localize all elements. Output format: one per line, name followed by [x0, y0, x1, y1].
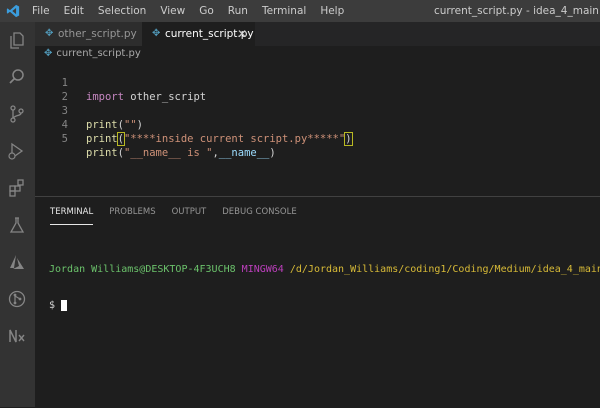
panel-tabs: TERMINAL PROBLEMS OUTPUT DEBUG CONSOLE — [50, 205, 313, 225]
code-line: 4 print("****inside current script.py***… — [35, 104, 600, 146]
terminal-prompt-line: Jordan Williams@DESKTOP-4F3UCH8 MINGW64 … — [49, 263, 600, 277]
menu-bar: File Edit Selection View Go Run Terminal… — [25, 0, 351, 22]
terminal-cursor — [61, 299, 68, 311]
terminal-input-line[interactable]: $ — [49, 299, 600, 313]
breadcrumb[interactable]: ✥ current_script.py — [44, 46, 141, 62]
vscode-logo-icon — [6, 4, 20, 18]
tab-current-script[interactable]: ✥ current_script.py ✕ — [142, 22, 255, 46]
tab-label: other_script.py — [58, 28, 137, 40]
code-line: 1 import other_script — [35, 62, 600, 103]
code-line: 5 print("__name__ is ",__name__) — [35, 118, 600, 159]
menu-selection[interactable]: Selection — [91, 0, 153, 22]
tab-problems[interactable]: PROBLEMS — [109, 205, 155, 225]
bottom-panel: TERMINAL PROBLEMS OUTPUT DEBUG CONSOLE J… — [35, 196, 600, 408]
testing-icon[interactable] — [7, 215, 27, 235]
close-icon[interactable]: ✕ — [237, 22, 247, 46]
python-file-icon: ✥ — [45, 28, 54, 39]
title-bar: File Edit Selection View Go Run Terminal… — [0, 0, 600, 22]
source-control-icon[interactable] — [7, 104, 27, 124]
run-debug-icon[interactable] — [7, 141, 27, 161]
terminal-user: Jordan Williams@DESKTOP-4F3UCH8 — [49, 264, 236, 275]
function-name: print — [86, 147, 118, 159]
tab-output[interactable]: OUTPUT — [172, 205, 207, 225]
menu-terminal[interactable]: Terminal — [255, 0, 313, 22]
menu-file[interactable]: File — [25, 0, 57, 22]
git-icon[interactable] — [7, 289, 27, 309]
menu-view[interactable]: View — [153, 0, 192, 22]
line-number: 5 — [61, 133, 68, 145]
files-icon[interactable] — [7, 30, 27, 50]
breadcrumb-file[interactable]: current_script.py — [56, 48, 140, 59]
menu-go[interactable]: Go — [192, 0, 221, 22]
menu-run[interactable]: Run — [221, 0, 255, 22]
bracket-match: ) — [344, 132, 353, 146]
string-literal: "__name__ is " — [123, 147, 213, 159]
activity-bar — [0, 22, 35, 407]
code-line: 3 print("") — [35, 90, 600, 131]
function-name: print — [86, 133, 118, 145]
python-file-icon: ✥ — [44, 48, 53, 59]
menu-help[interactable]: Help — [313, 0, 351, 22]
code-editor[interactable]: 1 import other_script 2 3 print("") 4 pr… — [35, 62, 600, 196]
tab-other-script[interactable]: ✥ other_script.py — [35, 22, 142, 46]
terminal-prompt: $ — [49, 300, 56, 311]
terminal-system: MINGW64 — [241, 264, 284, 275]
terminal-path: /d/Jordan_Williams/coding1/Coding/Medium… — [289, 264, 600, 275]
tab-terminal[interactable]: TERMINAL — [50, 205, 94, 225]
tab-debug-console[interactable]: DEBUG CONSOLE — [222, 205, 296, 225]
nx-icon[interactable] — [7, 326, 27, 346]
window-title: current_script.py - idea_4_main - Vis — [434, 5, 600, 17]
search-icon[interactable] — [7, 67, 27, 87]
editor-tab-bar: ✥ other_script.py ✥ current_script.py ✕ — [35, 22, 600, 46]
string-literal: "****inside current script.py*****" — [123, 133, 346, 145]
menu-edit[interactable]: Edit — [57, 0, 91, 22]
terminal[interactable]: Jordan Williams@DESKTOP-4F3UCH8 MINGW64 … — [49, 241, 600, 335]
python-file-icon: ✥ — [152, 28, 161, 39]
extensions-icon[interactable] — [7, 178, 27, 198]
code-line: 2 — [35, 76, 600, 103]
azure-icon[interactable] — [7, 252, 27, 272]
paren: ) — [269, 147, 276, 159]
variable: __name__ — [218, 147, 270, 159]
